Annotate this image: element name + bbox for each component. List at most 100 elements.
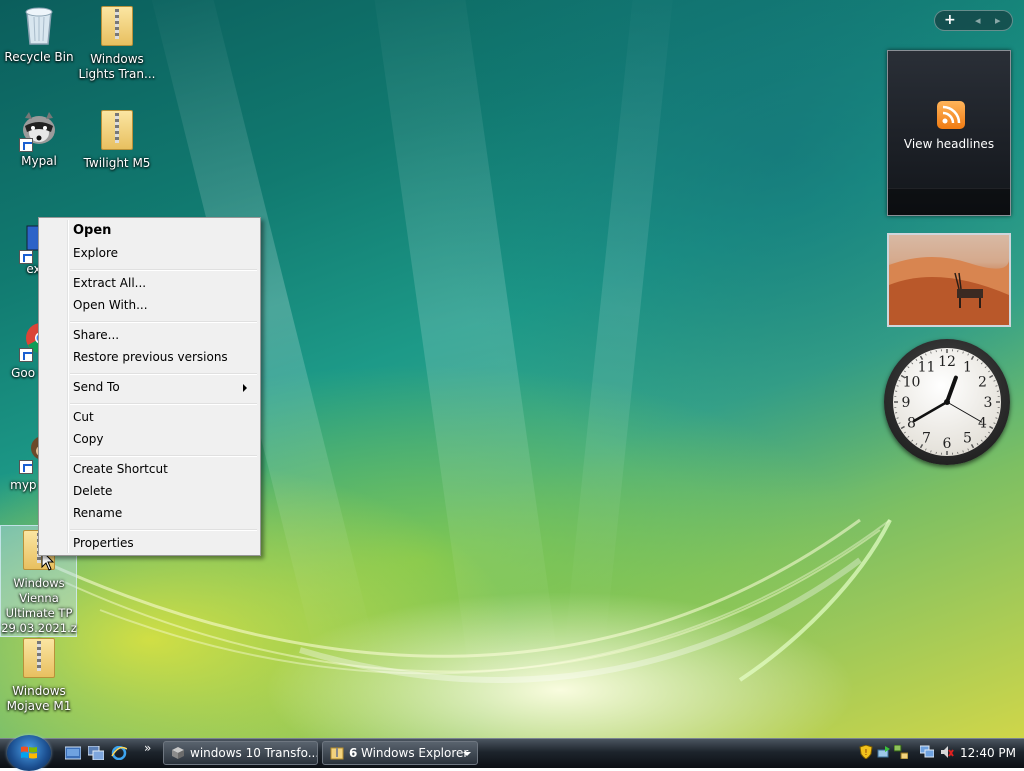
group-dropdown-icon bbox=[463, 752, 471, 756]
previous-page-button[interactable]: ◂ bbox=[975, 12, 981, 29]
network-icon[interactable] bbox=[894, 745, 908, 759]
slideshow-image bbox=[889, 235, 1009, 325]
menu-item-cut[interactable]: Cut bbox=[42, 406, 257, 428]
menu-separator bbox=[70, 321, 257, 323]
clock-tick bbox=[899, 380, 901, 381]
clock-tick bbox=[996, 418, 998, 419]
menu-item-share[interactable]: Share... bbox=[42, 324, 257, 346]
volume-mute-icon[interactable] bbox=[940, 745, 954, 759]
clock-gadget[interactable]: 121234567891011 bbox=[884, 339, 1010, 465]
clock-tick bbox=[897, 386, 899, 387]
clock-tick bbox=[996, 386, 998, 387]
wallpaper-ray bbox=[368, 0, 563, 703]
clock-tick bbox=[931, 352, 932, 354]
menu-item-restore-previous-versions[interactable]: Restore previous versions bbox=[42, 346, 257, 368]
safely-remove-icon[interactable] bbox=[877, 745, 891, 759]
clock-tick bbox=[908, 367, 909, 368]
menu-item-create-shortcut[interactable]: Create Shortcut bbox=[42, 458, 257, 480]
menu-item-rename[interactable]: Rename bbox=[42, 502, 257, 524]
menu-item-extract-all[interactable]: Extract All... bbox=[42, 272, 257, 294]
taskbar-button-label: windows 10 Transfo... bbox=[190, 742, 318, 764]
feed-headlines-gadget[interactable]: View headlines bbox=[887, 50, 1011, 216]
desktop-icon-recycle-bin[interactable]: Recycle Bin bbox=[0, 4, 78, 65]
desktop[interactable]: Recycle Bin Mypal expl bbox=[0, 0, 1024, 738]
context-menu: Open Explore Extract All... Open With...… bbox=[38, 217, 261, 556]
clock-face: 121234567891011 bbox=[893, 348, 1001, 456]
folder-icon bbox=[330, 746, 344, 760]
zip-folder-icon bbox=[97, 6, 137, 48]
menu-item-send-to[interactable]: Send To bbox=[42, 376, 257, 398]
menu-item-properties[interactable]: Properties bbox=[42, 532, 257, 554]
clock-numeral: 5 bbox=[963, 431, 972, 447]
internet-explorer-icon[interactable] bbox=[111, 746, 127, 760]
submenu-arrow-icon bbox=[243, 384, 247, 392]
clock-tick bbox=[931, 451, 932, 453]
shield-icon[interactable]: ! bbox=[859, 745, 873, 759]
menu-separator bbox=[70, 269, 257, 271]
window-icon bbox=[171, 746, 185, 760]
mypal-raccoon-icon bbox=[19, 108, 59, 150]
clock-tick bbox=[901, 427, 904, 429]
group-count: 6 bbox=[349, 742, 357, 764]
clock-numeral: 2 bbox=[978, 375, 987, 391]
clock-tick bbox=[904, 432, 906, 433]
clock-tick bbox=[985, 367, 986, 368]
clock-tick bbox=[897, 418, 899, 419]
next-page-button[interactable]: ▸ bbox=[995, 12, 1001, 29]
recycle-bin-icon bbox=[19, 4, 59, 46]
start-button[interactable] bbox=[7, 735, 51, 771]
clock-tick bbox=[977, 359, 978, 361]
menu-item-open[interactable]: Open bbox=[42, 220, 257, 242]
menu-item-explore[interactable]: Explore bbox=[42, 242, 257, 264]
clock-tick bbox=[972, 356, 974, 359]
menu-separator bbox=[70, 455, 257, 457]
desktop-icon-windows-mojave[interactable]: Windows Mojave M1 bbox=[0, 636, 78, 714]
switch-windows-icon[interactable] bbox=[88, 746, 104, 760]
clock-dial: 121234567891011 bbox=[893, 348, 1001, 456]
clock-tick bbox=[908, 436, 909, 437]
sidebar-controls: + ◂ ▸ bbox=[934, 10, 1013, 31]
desktop-icon-label: Twilight M5 bbox=[78, 156, 156, 171]
menu-item-label: Send To bbox=[73, 380, 120, 394]
zip-folder-icon bbox=[97, 110, 137, 152]
rss-icon bbox=[937, 101, 965, 129]
svg-text:!: ! bbox=[864, 748, 867, 757]
desktop-icon-label: Mypal bbox=[0, 154, 78, 169]
clock-tick bbox=[912, 363, 913, 364]
clock-tick bbox=[899, 423, 901, 424]
taskbar-clock[interactable]: 12:40 PM bbox=[960, 739, 1016, 767]
clock-numeral: 1 bbox=[963, 359, 972, 375]
clock-numeral: 10 bbox=[903, 375, 921, 391]
quick-launch-overflow-button[interactable]: » bbox=[144, 741, 151, 755]
clock-tick bbox=[921, 444, 923, 447]
menu-item-delete[interactable]: Delete bbox=[42, 480, 257, 502]
clock-numeral: 7 bbox=[922, 431, 931, 447]
desktop-icon-mypal[interactable]: Mypal bbox=[0, 108, 78, 169]
clock-tick bbox=[994, 423, 996, 424]
zip-folder-icon bbox=[19, 638, 59, 680]
show-desktop-icon[interactable] bbox=[65, 746, 81, 760]
clock-second-hand bbox=[947, 402, 982, 422]
taskbar-button-windows10-transformation[interactable]: windows 10 Transfo... bbox=[163, 741, 318, 765]
clock-tick bbox=[994, 380, 996, 381]
clock-tick bbox=[981, 363, 982, 364]
desktop-icon-twilight-m5[interactable]: Twilight M5 bbox=[78, 108, 156, 171]
taskbar-button-windows-explorer-group[interactable]: 6 Windows Explorer bbox=[322, 741, 478, 765]
desktop-icon-windows-lights[interactable]: Windows Lights Tran... bbox=[78, 4, 156, 82]
shortcut-arrow-icon bbox=[19, 348, 33, 362]
clock-numeral: 9 bbox=[902, 395, 911, 411]
menu-item-copy[interactable]: Copy bbox=[42, 428, 257, 450]
wallpaper-ray bbox=[564, 0, 677, 660]
shortcut-arrow-icon bbox=[19, 250, 33, 264]
menu-separator bbox=[70, 373, 257, 375]
desktop-icon-label: Windows Lights Tran... bbox=[78, 52, 156, 82]
clock-tick bbox=[989, 376, 992, 378]
slideshow-gadget[interactable] bbox=[887, 233, 1011, 327]
clock-tick bbox=[972, 444, 974, 447]
add-gadget-button[interactable]: + bbox=[944, 12, 956, 29]
desktop-icon-label: Recycle Bin bbox=[0, 50, 78, 65]
monitor-icon[interactable] bbox=[920, 745, 934, 759]
clock-tick bbox=[925, 449, 926, 451]
view-headlines-link[interactable]: View headlines bbox=[888, 137, 1010, 151]
menu-item-open-with[interactable]: Open With... bbox=[42, 294, 257, 316]
